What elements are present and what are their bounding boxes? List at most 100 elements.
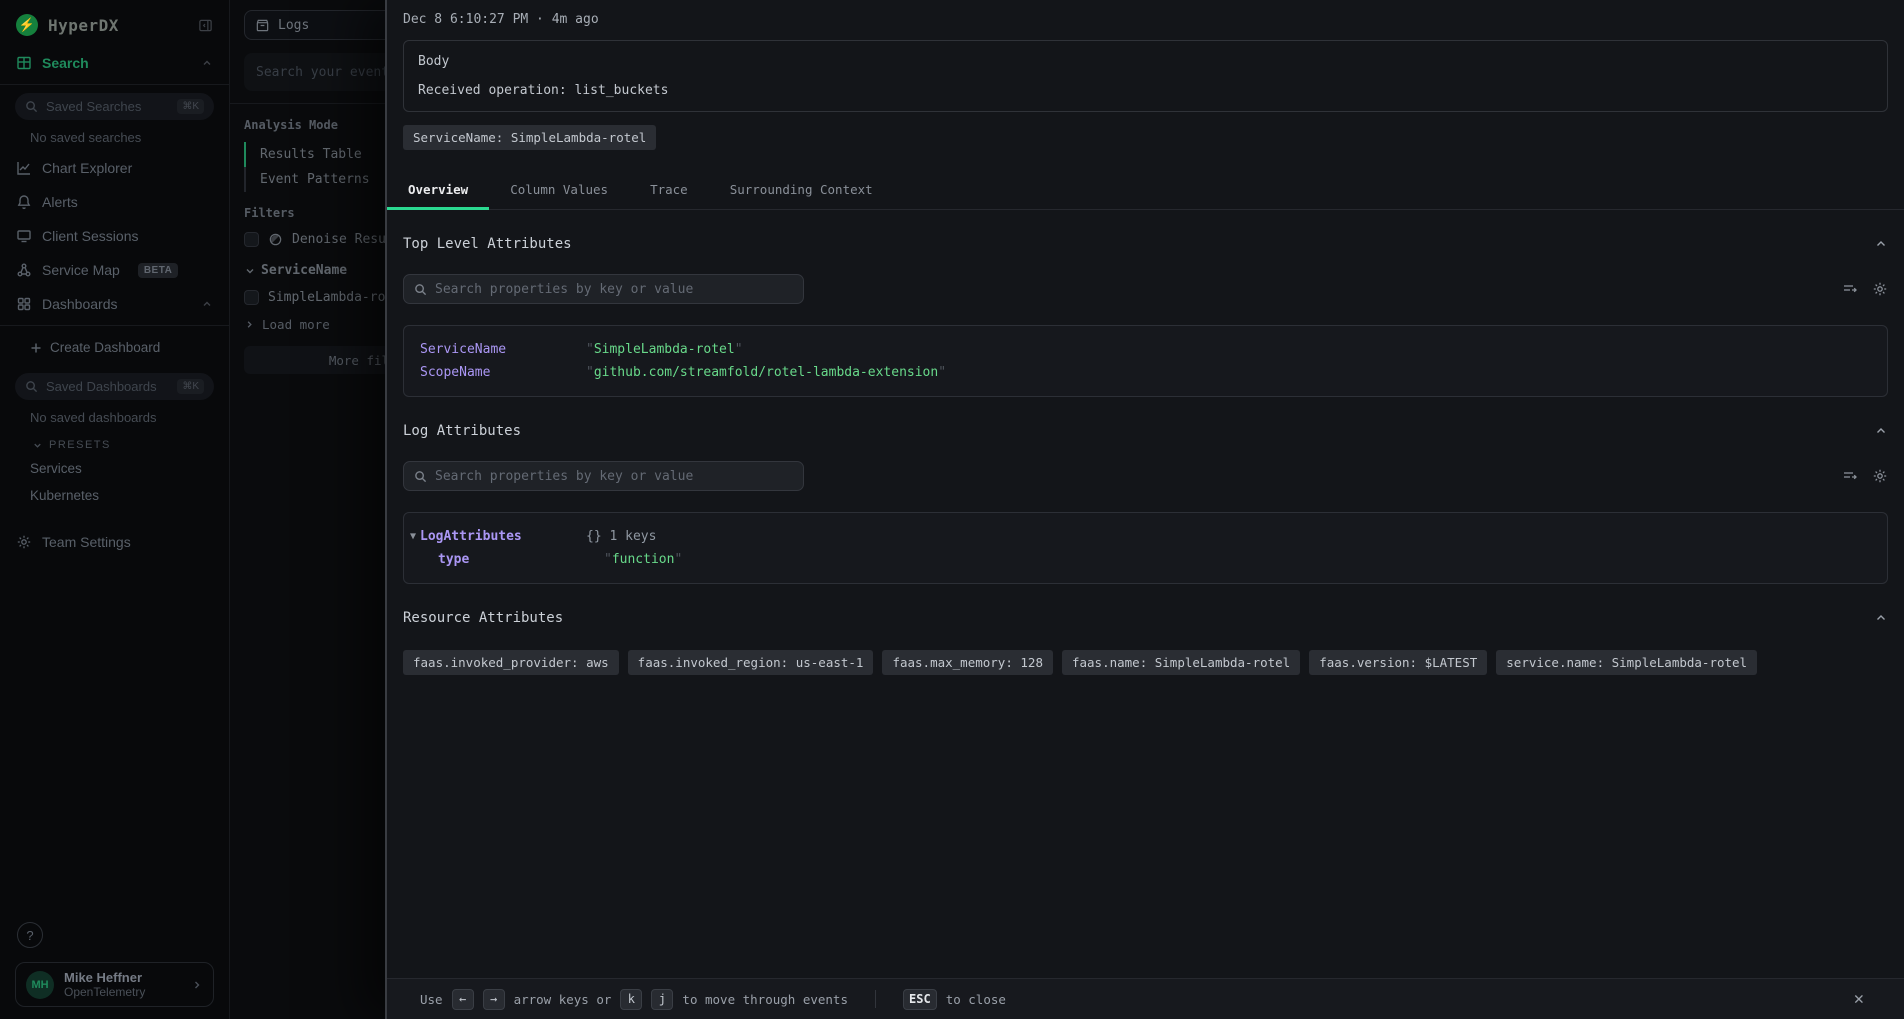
- k-key: k: [620, 989, 642, 1010]
- load-more-button[interactable]: Load more: [244, 317, 385, 332]
- attribute-key: type: [438, 548, 604, 571]
- chevron-right-icon: [244, 319, 255, 330]
- log-attributes-header[interactable]: Log Attributes: [403, 423, 1888, 439]
- tab-overview[interactable]: Overview: [387, 172, 489, 209]
- divider: [0, 325, 229, 326]
- search-icon: [414, 470, 427, 483]
- chevron-down-icon: [32, 440, 43, 451]
- denoise-checkbox[interactable]: [244, 232, 259, 247]
- resource-attribute-chips: faas.invoked_provider: aws faas.invoked_…: [403, 650, 1888, 675]
- app-root: ⚡ HyperDX Search ⌘K No saved searches Ch…: [0, 0, 1904, 1019]
- log-attrs-search-row: [403, 461, 1888, 491]
- chevron-right-icon: [191, 979, 203, 991]
- preset-item-services[interactable]: Services: [0, 455, 229, 482]
- analysis-mode-list: Results Table Event Patterns: [244, 142, 385, 192]
- resource-attributes-header[interactable]: Resource Attributes: [403, 610, 1888, 626]
- arrow-left-key: ←: [452, 989, 474, 1010]
- saved-dashboards-input[interactable]: [46, 379, 169, 394]
- tab-column-values[interactable]: Column Values: [489, 172, 629, 209]
- mode-event-patterns[interactable]: Event Patterns: [244, 167, 385, 192]
- saved-searches-input[interactable]: [46, 99, 169, 114]
- tab-trace[interactable]: Trace: [629, 172, 709, 209]
- collapse-sidebar-icon[interactable]: [198, 18, 213, 33]
- sidebar-item-search[interactable]: Search: [0, 46, 229, 80]
- event-body-box: Body Received operation: list_buckets: [403, 40, 1888, 112]
- attribute-value: SimpleLambda-rotel: [586, 338, 743, 361]
- attribute-key: ScopeName: [420, 361, 586, 384]
- close-icon[interactable]: ✕: [1854, 989, 1864, 1009]
- footer-move-text: to move through events: [682, 992, 848, 1007]
- resource-chip[interactable]: service.name: SimpleLambda-rotel: [1496, 650, 1757, 675]
- filter-lines-icon[interactable]: [1842, 281, 1858, 297]
- sidebar-item-label: Dashboards: [42, 296, 118, 312]
- property-search-input[interactable]: [435, 282, 793, 297]
- drawer-content: Dec 8 6:10:27 PM · 4m ago Body Received …: [387, 0, 1904, 978]
- sidebar-item-alerts[interactable]: Alerts: [0, 185, 229, 219]
- service-chip-row: ServiceName: SimpleLambda-rotel: [403, 125, 1888, 150]
- tab-surrounding-context[interactable]: Surrounding Context: [709, 172, 894, 209]
- filter-lines-icon[interactable]: [1842, 468, 1858, 484]
- resource-chip[interactable]: faas.max_memory: 128: [882, 650, 1053, 675]
- property-search[interactable]: [403, 461, 804, 491]
- chevron-down-icon: [244, 265, 256, 277]
- chevron-up-icon[interactable]: [201, 298, 213, 310]
- service-name-chip[interactable]: ServiceName: SimpleLambda-rotel: [403, 125, 656, 150]
- presets-toggle[interactable]: PRESETS: [0, 431, 229, 455]
- sidebar-item-dashboards[interactable]: Dashboards: [0, 287, 229, 321]
- source-selector-button[interactable]: Logs: [244, 10, 385, 40]
- saved-searches-search[interactable]: ⌘K: [15, 93, 214, 120]
- chevron-up-icon[interactable]: [201, 57, 213, 69]
- sidebar-item-client-sessions[interactable]: Client Sessions: [0, 219, 229, 253]
- resource-chip[interactable]: faas.version: $LATEST: [1309, 650, 1487, 675]
- more-filters-button[interactable]: More filters: [244, 346, 385, 374]
- sidebar-item-team-settings[interactable]: Team Settings: [0, 525, 229, 559]
- search-table-icon: [16, 55, 32, 71]
- servicename-checkbox[interactable]: [244, 290, 259, 305]
- servicename-filter-value[interactable]: SimpleLambda-rotel: [244, 290, 385, 305]
- property-search-input[interactable]: [435, 469, 793, 484]
- attribute-row[interactable]: type function: [438, 548, 1871, 571]
- source-selector-label: Logs: [278, 18, 309, 33]
- servicename-filter-group[interactable]: ServiceName: [244, 263, 385, 278]
- divider: [0, 84, 229, 85]
- dashboards-grid-icon: [16, 296, 32, 312]
- sidebar-item-chart-explorer[interactable]: Chart Explorer: [0, 151, 229, 185]
- resource-chip[interactable]: faas.invoked_provider: aws: [403, 650, 619, 675]
- mode-results-table[interactable]: Results Table: [244, 142, 385, 167]
- analysis-mode-label: Analysis Mode: [244, 118, 385, 132]
- sidebar-item-label: Alerts: [42, 194, 78, 210]
- chevron-up-icon[interactable]: [1874, 611, 1888, 625]
- event-search-input[interactable]: [256, 65, 385, 80]
- create-dashboard-button[interactable]: Create Dashboard: [0, 330, 229, 365]
- attribute-group-row[interactable]: ▼ LogAttributes {} 1 keys: [420, 525, 1871, 548]
- help-button[interactable]: ?: [17, 922, 43, 948]
- body-label: Body: [418, 54, 1873, 69]
- attribute-row[interactable]: ServiceName SimpleLambda-rotel: [420, 338, 1871, 361]
- user-menu[interactable]: MH Mike Heffner OpenTelemetry: [15, 962, 214, 1007]
- plus-icon: [30, 342, 42, 354]
- search-tools: [1842, 468, 1888, 484]
- saved-dashboards-search[interactable]: ⌘K: [15, 373, 214, 400]
- arrow-right-key: →: [483, 989, 505, 1010]
- chevron-up-icon[interactable]: [1874, 237, 1888, 251]
- event-search[interactable]: [244, 53, 385, 91]
- gear-icon[interactable]: [1872, 468, 1888, 484]
- section-title: Top Level Attributes: [403, 236, 572, 252]
- sidebar-item-service-map[interactable]: Service Map BETA: [0, 253, 229, 287]
- bell-icon: [16, 194, 32, 210]
- triangle-down-icon[interactable]: ▼: [410, 525, 420, 548]
- gear-icon[interactable]: [1872, 281, 1888, 297]
- denoise-icon: [268, 232, 283, 247]
- property-search[interactable]: [403, 274, 804, 304]
- resource-chip[interactable]: faas.invoked_region: us-east-1: [628, 650, 874, 675]
- chevron-up-icon[interactable]: [1874, 424, 1888, 438]
- denoise-filter-row[interactable]: Denoise Results: [244, 232, 385, 247]
- preset-item-kubernetes[interactable]: Kubernetes: [0, 482, 229, 509]
- search-icon: [25, 380, 38, 393]
- top-level-attributes-header[interactable]: Top Level Attributes: [403, 236, 1888, 252]
- attribute-row[interactable]: ScopeName github.com/streamfold/rotel-la…: [420, 361, 1871, 384]
- resource-chip[interactable]: faas.name: SimpleLambda-rotel: [1062, 650, 1300, 675]
- avatar: MH: [26, 971, 54, 999]
- user-meta: Mike Heffner OpenTelemetry: [64, 970, 181, 999]
- drawer-tabs: Overview Column Values Trace Surrounding…: [387, 172, 1904, 210]
